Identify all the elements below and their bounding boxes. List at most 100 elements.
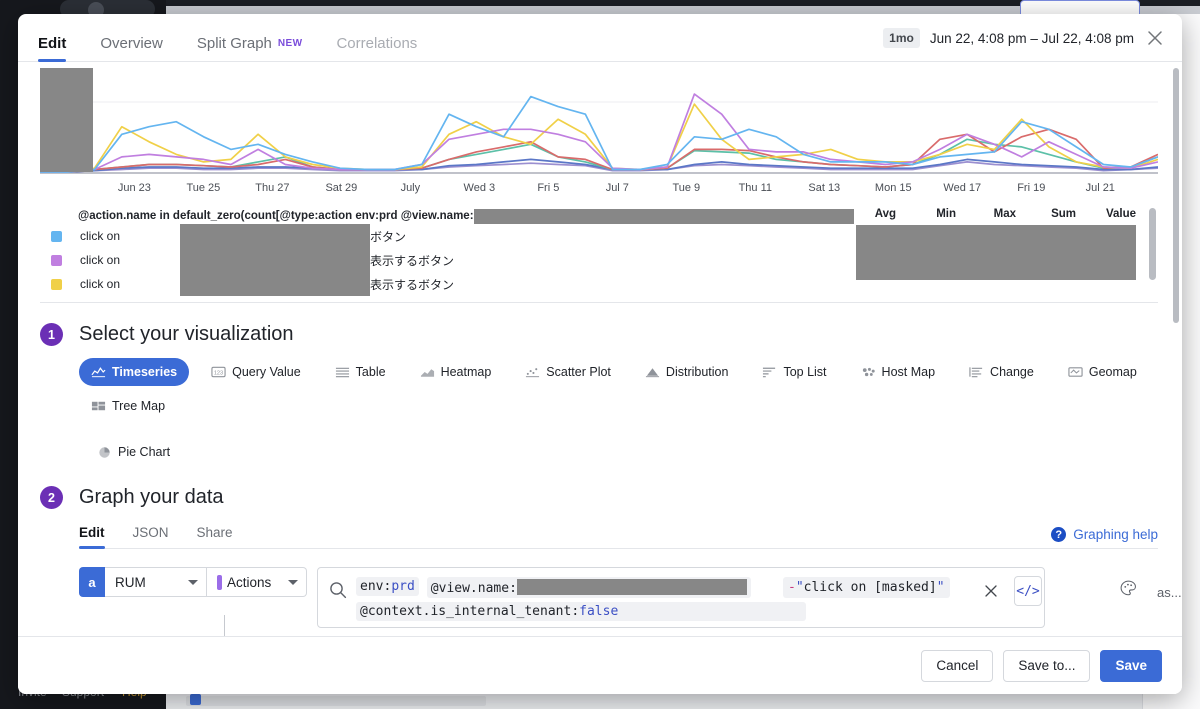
close-icon[interactable] bbox=[1144, 27, 1166, 49]
viz-option-distribution[interactable]: Distribution bbox=[633, 358, 741, 386]
legend-row-redaction bbox=[180, 248, 370, 272]
viz-option-scatter-plot[interactable]: Scatter Plot bbox=[513, 358, 623, 386]
change-icon bbox=[969, 366, 984, 379]
x-axis-tick: Fri 5 bbox=[537, 182, 560, 194]
viz-option-query-value[interactable]: 123 Query Value bbox=[199, 358, 313, 386]
query-term-env[interactable]: env:prd bbox=[356, 577, 419, 596]
tab-overview[interactable]: Overview bbox=[100, 35, 163, 61]
svg-text:123: 123 bbox=[214, 370, 223, 376]
legend-color-swatch bbox=[51, 254, 62, 266]
query-term-internal-tenant[interactable]: @context.is_internal_tenant:false bbox=[356, 602, 806, 621]
viz-option-label: Geomap bbox=[1088, 365, 1137, 379]
entity-select[interactable]: Actions bbox=[207, 567, 307, 597]
x-axis-tick: Jul 21 bbox=[1085, 182, 1115, 194]
query-term-view-name[interactable]: @view.name: bbox=[426, 577, 751, 598]
legend-row[interactable]: click on 表示するボタン bbox=[40, 272, 1158, 296]
stat-col-avg: Avg bbox=[874, 208, 896, 220]
tab-overview-label: Overview bbox=[100, 35, 163, 52]
search-icon bbox=[328, 580, 350, 602]
x-axis-tick: Jul 7 bbox=[605, 182, 629, 194]
subtab-share[interactable]: Share bbox=[197, 525, 233, 548]
legend-row[interactable]: click on ボタン bbox=[40, 224, 1158, 248]
subtab-json[interactable]: JSON bbox=[133, 525, 169, 548]
entity-value: Actions bbox=[227, 574, 272, 590]
viz-option-timeseries[interactable]: Timeseries bbox=[79, 358, 190, 386]
section-select-visualization: 1 Select your visualization Timeseries 12… bbox=[18, 323, 1182, 466]
new-badge: NEW bbox=[277, 38, 303, 49]
modal-footer: Cancel Save to... Save bbox=[18, 636, 1182, 694]
viz-option-tree-map[interactable]: Tree Map bbox=[79, 392, 177, 420]
viz-option-table[interactable]: Table bbox=[323, 358, 398, 386]
viz-option-label: Query Value bbox=[232, 365, 301, 379]
table-icon bbox=[335, 366, 350, 379]
tab-split-graph[interactable]: Split Graph NEW bbox=[197, 35, 303, 61]
palette-icon[interactable] bbox=[1119, 579, 1138, 603]
viz-option-label: Heatmap bbox=[440, 365, 492, 379]
top-list-icon bbox=[762, 366, 777, 379]
query-search-input[interactable]: env:prd @view.name: @context.is_internal… bbox=[317, 567, 1045, 628]
graph-editor-modal: Edit Overview Split Graph NEW Correlation… bbox=[18, 14, 1182, 694]
legend-row-prefix: click on bbox=[80, 229, 121, 243]
cancel-button[interactable]: Cancel bbox=[921, 649, 994, 682]
legend-row-suffix: 表示するボタン bbox=[370, 253, 455, 268]
section-2-header: 2 Graph your data bbox=[40, 486, 1160, 509]
tree-map-icon bbox=[91, 400, 106, 413]
code-toggle-button[interactable]: </> bbox=[1014, 576, 1042, 606]
timeseries-icon bbox=[91, 366, 106, 379]
viz-option-change[interactable]: Change bbox=[957, 358, 1046, 386]
viz-option-label: Top List bbox=[783, 365, 827, 379]
chart-legend: @action.name in default_zero(count[@type… bbox=[40, 208, 1158, 303]
legend-row[interactable]: click on 表示するボタン bbox=[40, 248, 1158, 272]
section-1-header: 1 Select your visualization bbox=[40, 323, 1160, 346]
timeseries-chart[interactable] bbox=[40, 68, 1158, 180]
tab-edit[interactable]: Edit bbox=[38, 35, 67, 62]
query-letter-badge[interactable]: a bbox=[79, 567, 105, 597]
modal-scroll-body: Jun 23 Tue 25 Thu 27 Sat 29 July Wed 3 Fri 5 Ju… bbox=[18, 62, 1182, 636]
data-source-value: RUM bbox=[115, 574, 146, 590]
entity-color-bar bbox=[217, 574, 222, 590]
legend-row-prefix: click on bbox=[80, 277, 121, 291]
viz-option-label: Tree Map bbox=[112, 399, 166, 413]
data-source-select[interactable]: RUM bbox=[105, 567, 207, 597]
pie-chart-icon bbox=[97, 446, 112, 459]
query-term-list: env:prd @view.name: @context.is_internal… bbox=[356, 574, 806, 621]
legend-color-swatch bbox=[51, 230, 62, 242]
query-row-source: a RUM Actions env:prd @view.name: @conte… bbox=[79, 567, 1182, 628]
graph-data-tabs: Edit JSON Share ? Graphing help bbox=[79, 525, 1158, 549]
section-2-title: Graph your data bbox=[79, 486, 224, 508]
x-axis-tick: July bbox=[400, 182, 421, 194]
section-2-number: 2 bbox=[40, 486, 63, 509]
host-map-icon bbox=[861, 366, 876, 379]
section-1-number: 1 bbox=[40, 323, 63, 346]
viz-option-label: Pie Chart bbox=[118, 445, 171, 459]
subtab-edit[interactable]: Edit bbox=[79, 525, 105, 549]
viz-option-host-map[interactable]: Host Map bbox=[849, 358, 948, 386]
x-axis-tick: Sat 29 bbox=[325, 182, 358, 194]
tab-correlations[interactable]: Correlations bbox=[336, 35, 417, 61]
section-graph-your-data: 2 Graph your data Edit JSON Share ? Grap… bbox=[18, 486, 1182, 636]
legend-color-swatch bbox=[51, 278, 62, 290]
graphing-help-link[interactable]: ? Graphing help bbox=[1051, 527, 1158, 542]
save-to-button[interactable]: Save to... bbox=[1003, 649, 1091, 682]
time-range-text[interactable]: Jun 22, 4:08 pm – Jul 22, 4:08 pm bbox=[930, 31, 1134, 46]
x-axis-tick: Jun 23 bbox=[117, 182, 151, 194]
chart-x-axis: Jun 23 Tue 25 Thu 27 Sat 29 July Wed 3 Fri 5 Ju… bbox=[40, 182, 1158, 198]
x-axis-tick: Wed 3 bbox=[463, 182, 496, 194]
stat-col-max: Max bbox=[993, 208, 1016, 220]
stat-col-sum: Sum bbox=[1051, 208, 1076, 220]
section-1-title: Select your visualization bbox=[79, 323, 294, 345]
viz-option-geomap[interactable]: Geomap bbox=[1056, 358, 1149, 386]
background-checkbox bbox=[190, 694, 201, 705]
query-term-negative[interactable]: -"click on [masked]" bbox=[783, 577, 950, 598]
alias-label[interactable]: as... bbox=[1157, 585, 1182, 600]
chart-series-line bbox=[40, 93, 1158, 173]
chevron-down-icon bbox=[188, 579, 198, 585]
save-button[interactable]: Save bbox=[1100, 649, 1162, 682]
time-range-pill[interactable]: 1mo bbox=[883, 28, 920, 48]
x-axis-tick: Wed 17 bbox=[943, 182, 982, 194]
clear-search-icon[interactable] bbox=[982, 582, 1000, 605]
viz-option-pie-chart[interactable]: Pie Chart bbox=[85, 438, 182, 466]
viz-option-top-list[interactable]: Top List bbox=[750, 358, 838, 386]
viz-option-heatmap[interactable]: Heatmap bbox=[408, 358, 504, 386]
legend-row-redaction bbox=[180, 224, 370, 248]
